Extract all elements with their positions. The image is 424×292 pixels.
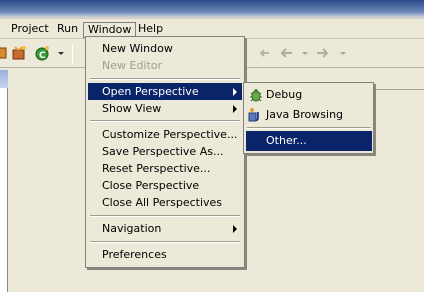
menu-item-close-perspective[interactable]: Close Perspective [88, 177, 242, 194]
menu-separator [90, 215, 240, 217]
left-view-header [0, 70, 8, 88]
menu-item-label: Navigation [102, 222, 162, 235]
open-perspective-submenu: Debug J Java Browsing Other... [243, 82, 374, 154]
window-title-bar [0, 0, 424, 17]
debug-bug-icon [250, 89, 262, 102]
menu-item-label: Customize Perspective... [102, 128, 238, 141]
menu-separator [90, 120, 240, 122]
menu-separator [247, 127, 371, 129]
toolbar-tool-icon[interactable] [0, 45, 10, 61]
toolbar-separator [72, 44, 73, 64]
submenu-arrow-icon [233, 105, 237, 113]
forward-dropdown-icon[interactable] [340, 52, 346, 55]
new-class-icon[interactable]: C [34, 45, 50, 61]
submenu-item-other[interactable]: Other... [246, 131, 372, 151]
submenu-item-debug[interactable]: Debug [246, 85, 372, 105]
svg-text:C: C [39, 51, 46, 61]
menu-item-customize-perspective[interactable]: Customize Perspective... [88, 126, 242, 143]
menu-item-new-editor: New Editor [88, 57, 242, 74]
menu-item-label: Close All Perspectives [102, 196, 223, 209]
svg-text:J: J [255, 111, 260, 122]
submenu-arrow-icon [233, 225, 237, 233]
menu-project[interactable]: Project [7, 22, 53, 38]
left-view-pane [0, 70, 8, 292]
menu-item-preferences[interactable]: Preferences [88, 246, 242, 263]
java-browsing-icon: J [248, 108, 260, 122]
menu-item-label: Reset Perspective... [102, 162, 211, 175]
menu-item-label: Show View [102, 102, 162, 115]
menu-item-show-view[interactable]: Show View [88, 100, 242, 117]
menu-item-label: Close Perspective [102, 179, 200, 192]
menu-item-label: Open Perspective [102, 85, 199, 98]
window-menu: New Window New Editor Open Perspective S… [85, 36, 245, 268]
new-class-dropdown-icon[interactable] [58, 52, 64, 55]
menu-item-label: New Editor [102, 59, 163, 72]
submenu-item-label: Java Browsing [266, 108, 344, 121]
submenu-item-label: Debug [266, 88, 303, 101]
menu-item-label: New Window [102, 42, 173, 55]
submenu-arrow-icon [233, 88, 237, 96]
submenu-item-java-browsing[interactable]: J Java Browsing [246, 105, 372, 125]
menu-item-close-all-perspectives[interactable]: Close All Perspectives [88, 194, 242, 211]
menu-item-reset-perspective[interactable]: Reset Perspective... [88, 160, 242, 177]
menu-item-label: Preferences [102, 248, 167, 261]
menu-separator [90, 78, 240, 80]
menu-item-new-window[interactable]: New Window [88, 40, 242, 57]
forward-arrow-icon[interactable] [314, 45, 330, 61]
menu-item-navigation[interactable]: Navigation [88, 220, 242, 237]
menu-run[interactable]: Run [53, 22, 82, 38]
menu-item-save-perspective-as[interactable]: Save Perspective As... [88, 143, 242, 160]
back-arrow-icon[interactable] [279, 45, 295, 61]
new-package-icon[interactable] [11, 45, 27, 61]
menu-item-label: Save Perspective As... [102, 145, 224, 158]
menu-separator [90, 241, 240, 243]
submenu-item-label: Other... [266, 134, 307, 147]
back-dropdown-icon[interactable] [302, 52, 308, 55]
back-history-icon[interactable] [257, 45, 273, 61]
menu-item-open-perspective[interactable]: Open Perspective [88, 83, 242, 100]
